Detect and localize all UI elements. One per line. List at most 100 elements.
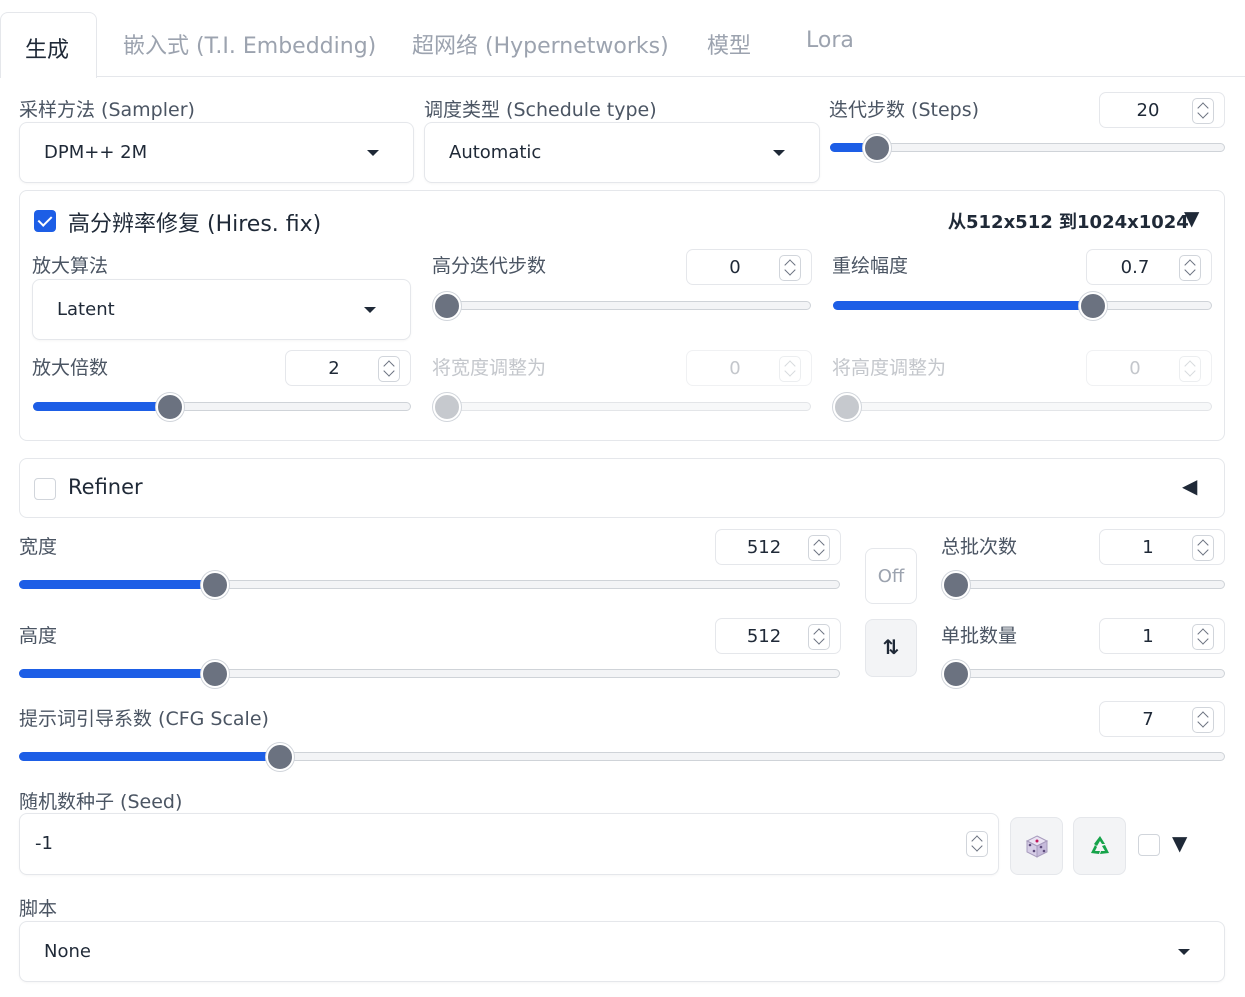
upscale-by-slider[interactable] (33, 393, 411, 421)
chevron-down-icon (1178, 949, 1190, 955)
denoise-slider[interactable] (833, 292, 1212, 320)
slider-fill (19, 752, 280, 761)
slider-thumb[interactable] (863, 134, 891, 162)
hires-fix-checkbox[interactable] (34, 210, 56, 232)
random-seed-button[interactable] (1010, 817, 1063, 875)
height-value: 512 (746, 626, 782, 647)
denoise-value: 0.7 (1120, 257, 1150, 278)
upscaler-dropdown[interactable]: Latent (32, 279, 411, 340)
slider-fill (19, 669, 215, 678)
expand-toggle-icon[interactable]: ◀ (1182, 474, 1197, 498)
stepper-icon[interactable] (808, 624, 830, 650)
upscale-by-label: 放大倍数 (32, 357, 109, 379)
stepper-icon[interactable] (1192, 535, 1214, 561)
cfg-scale-input[interactable]: 7 (1099, 701, 1225, 737)
stepper-icon[interactable] (1192, 624, 1214, 650)
resize-height-input: 0 (1086, 350, 1212, 386)
schedule-type-dropdown[interactable]: Automatic (424, 122, 820, 183)
batch-count-label: 总批次数 (941, 536, 1018, 558)
swap-dimensions-button[interactable]: ⇅ (865, 619, 917, 677)
stepper-icon (1179, 356, 1201, 382)
resize-width-input: 0 (686, 350, 812, 386)
slider-track[interactable] (433, 402, 811, 411)
tab-hypernetworks[interactable]: 超网络 (Hypernetworks) (412, 28, 669, 60)
tab-models[interactable]: 模型 (707, 28, 751, 60)
slider-thumb[interactable] (266, 743, 294, 771)
width-input[interactable]: 512 (715, 529, 841, 565)
width-slider[interactable] (19, 571, 840, 599)
schedule-type-value: Automatic (449, 142, 542, 163)
stepper-icon[interactable] (378, 356, 400, 382)
hires-steps-input[interactable]: 0 (686, 249, 812, 285)
batch-size-input[interactable]: 1 (1099, 618, 1225, 654)
slider-thumb[interactable] (201, 660, 229, 688)
height-input[interactable]: 512 (715, 618, 841, 654)
upscaler-value: Latent (57, 299, 115, 320)
slider-thumb[interactable] (156, 393, 184, 421)
script-value: None (44, 941, 91, 962)
seed-input[interactable]: -1 (19, 813, 999, 875)
refiner-label: Refiner (68, 475, 143, 499)
cfg-scale-value: 7 (1142, 709, 1154, 730)
stepper-icon[interactable] (1179, 255, 1201, 281)
chevron-down-icon (773, 150, 785, 156)
slider-thumb[interactable] (201, 571, 229, 599)
chevron-down-icon (367, 150, 379, 156)
seed-extra-toggle-icon[interactable]: ▼ (1172, 831, 1187, 855)
slider-track[interactable] (833, 402, 1212, 411)
denoise-input[interactable]: 0.7 (1086, 249, 1212, 285)
cfg-scale-slider[interactable] (19, 743, 1225, 771)
batch-size-label: 单批数量 (941, 625, 1018, 647)
schedule-type-label: 调度类型 (Schedule type) (424, 99, 657, 121)
width-label: 宽度 (19, 536, 58, 558)
height-slider[interactable] (19, 660, 840, 688)
slider-thumb[interactable] (942, 571, 970, 599)
batch-size-value: 1 (1142, 626, 1154, 647)
resize-width-value: 0 (729, 358, 741, 379)
width-value: 512 (746, 537, 782, 558)
batch-count-value: 1 (1142, 537, 1154, 558)
slider-thumb[interactable] (433, 292, 461, 320)
slider-thumb[interactable] (942, 660, 970, 688)
stepper-icon[interactable] (966, 831, 988, 857)
stepper-icon[interactable] (1192, 707, 1214, 733)
refiner-checkbox[interactable] (34, 478, 56, 500)
tab-embedding[interactable]: 嵌入式 (T.I. Embedding) (123, 28, 376, 60)
slider-thumb[interactable] (1079, 292, 1107, 320)
upscale-by-value: 2 (328, 358, 340, 379)
batch-size-slider[interactable] (942, 660, 1225, 688)
steps-slider[interactable] (830, 134, 1225, 162)
slider-fill (19, 580, 215, 589)
cfg-scale-label: 提示词引导系数 (CFG Scale) (19, 708, 269, 730)
script-label: 脚本 (19, 898, 58, 920)
slider-track[interactable] (942, 669, 1225, 678)
script-dropdown[interactable]: None (19, 921, 1225, 982)
reuse-seed-button[interactable] (1073, 817, 1126, 875)
height-label: 高度 (19, 625, 58, 647)
hires-steps-slider[interactable] (433, 292, 811, 320)
chevron-down-icon (364, 307, 376, 313)
slider-track[interactable] (942, 580, 1225, 589)
slider-track[interactable] (433, 301, 811, 310)
sampler-dropdown[interactable]: DPM++ 2M (19, 122, 414, 183)
tab-lora[interactable]: Lora (806, 28, 854, 53)
stepper-icon[interactable] (1192, 98, 1214, 124)
seed-stepper (958, 826, 998, 862)
denoise-label: 重绘幅度 (832, 255, 909, 277)
slider-fill (833, 301, 1093, 310)
steps-value: 20 (1136, 100, 1160, 121)
slider-thumb (833, 393, 861, 421)
tab-divider (96, 76, 1245, 77)
steps-input[interactable]: 20 (1099, 92, 1225, 128)
batch-count-input[interactable]: 1 (1099, 529, 1225, 565)
upscale-by-input[interactable]: 2 (285, 350, 411, 386)
stepper-icon[interactable] (779, 255, 801, 281)
off-button[interactable]: Off (865, 548, 917, 604)
dice-icon (1025, 835, 1048, 858)
collapse-toggle-icon[interactable]: ▼ (1184, 206, 1199, 230)
stepper-icon[interactable] (808, 535, 830, 561)
batch-count-slider[interactable] (942, 571, 1225, 599)
seed-extra-checkbox[interactable] (1138, 834, 1160, 856)
seed-value: -1 (35, 833, 53, 854)
tab-generate[interactable]: 生成 (0, 12, 97, 78)
